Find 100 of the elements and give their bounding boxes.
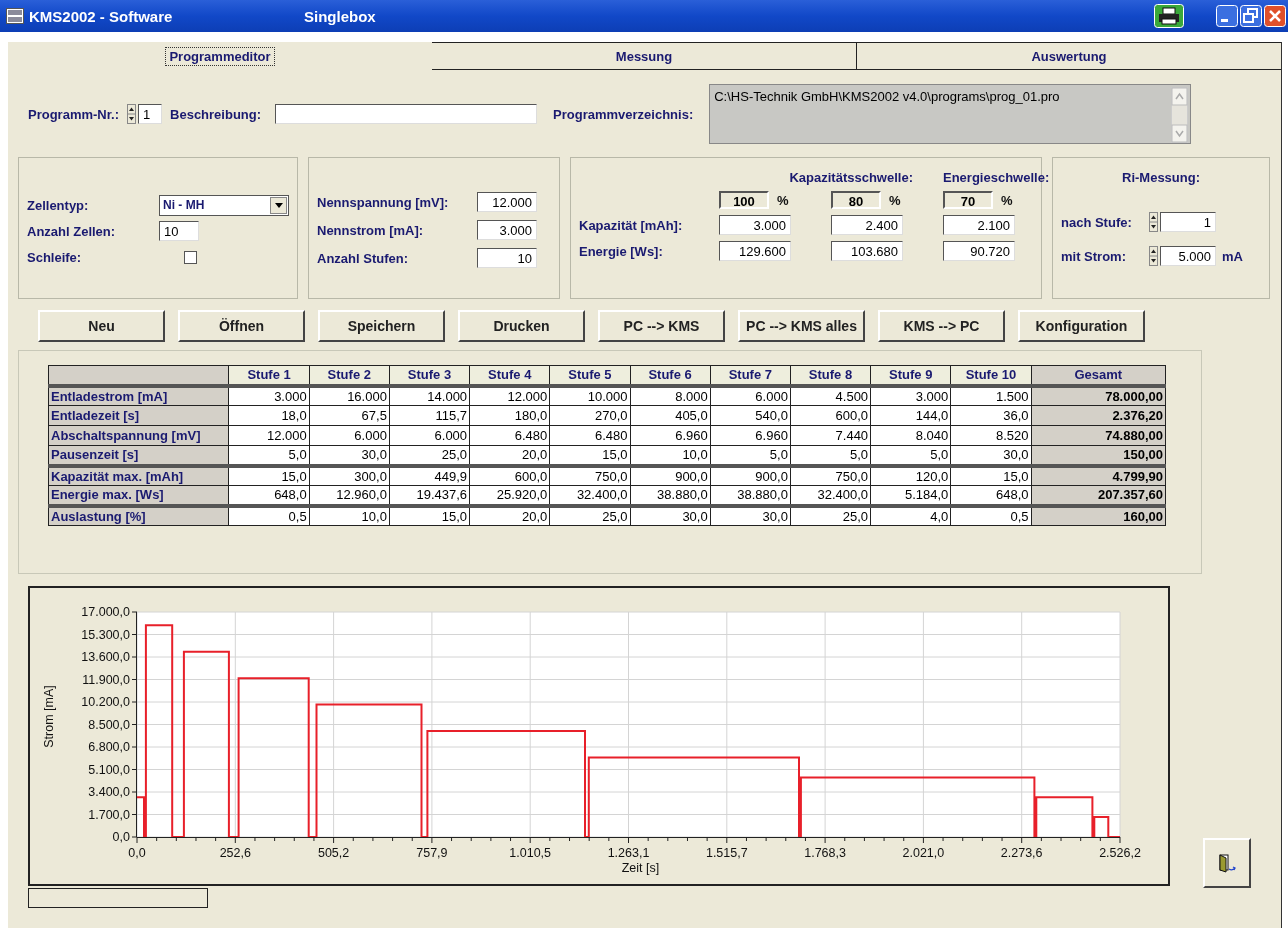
door-icon: [1218, 853, 1236, 873]
table-cell: 3.000: [870, 385, 951, 406]
table-cell: 16.000: [309, 385, 390, 406]
value-field[interactable]: 3.000: [477, 220, 537, 240]
minimize-button[interactable]: [1216, 5, 1238, 27]
value-field[interactable]: 90.720: [943, 241, 1015, 261]
spin-button[interactable]: [1149, 246, 1158, 266]
total-cell: 160,00: [1031, 505, 1166, 526]
tick-label: 8.500,0: [88, 717, 130, 732]
unit-label: mA: [1222, 248, 1243, 264]
column-header: Stufe 8: [790, 365, 871, 386]
column-heading: Kapazitätsschwelle:: [789, 170, 913, 185]
axis-title: Zeit [s]: [621, 861, 660, 875]
tick-label: 505,2: [317, 846, 350, 860]
tab[interactable]: Messung: [432, 42, 857, 70]
value-field[interactable]: 1: [1160, 212, 1216, 232]
percent-value: 70: [943, 191, 993, 209]
maximize-button[interactable]: [1240, 5, 1262, 27]
action-button[interactable]: Speichern: [318, 310, 445, 342]
caret-icon: [274, 202, 283, 208]
window-title: KMS2002 - Software: [29, 7, 174, 25]
table-cell: 10,0: [309, 505, 390, 526]
table-cell: 750,0: [790, 465, 871, 486]
value-field[interactable]: 5.000: [1160, 246, 1216, 266]
table-cell: 25,0: [790, 505, 871, 526]
action-button[interactable]: PC --> KMS: [598, 310, 725, 342]
tick-label: 1.515,7: [705, 846, 748, 860]
tick-label: 3.400,0: [88, 785, 130, 799]
value-field[interactable]: 2.400: [831, 215, 903, 235]
value-field[interactable]: 129.600: [719, 241, 791, 261]
value-field[interactable]: 3.000: [719, 215, 791, 235]
unit-label: %: [889, 192, 901, 208]
percent-value: 100: [719, 191, 769, 209]
action-button[interactable]: PC --> KMS alles: [738, 310, 865, 342]
action-button[interactable]: Drucken: [458, 310, 585, 342]
table-cell: 750,0: [549, 465, 630, 486]
spin-button[interactable]: [1149, 212, 1158, 232]
table-cell: 6.000: [710, 385, 791, 406]
tick-label: 13.600,0: [81, 650, 130, 664]
description-field[interactable]: [275, 104, 538, 124]
table-cell: 4,0: [870, 505, 951, 526]
field-label: Schleife:: [27, 249, 83, 265]
table-cell: 0,5: [229, 505, 310, 526]
row-label: Energie [Ws]:: [579, 243, 664, 259]
total-cell: 4.799,90: [1031, 465, 1166, 486]
tick-label: 2.273,6: [1000, 846, 1043, 860]
scroll-bar[interactable]: [1171, 87, 1189, 143]
spin-button[interactable]: [127, 104, 137, 124]
row-label: Kapazität [mAh]:: [579, 217, 684, 233]
table-cell: 15,0: [950, 465, 1031, 486]
cell-type-dropdown[interactable]: Ni - MH: [159, 194, 289, 216]
column-heading: Energieschwelle:: [943, 170, 1050, 185]
axis-title: Strom [mA]: [42, 685, 56, 748]
row-header: Energie max. [Ws]: [48, 485, 229, 506]
tab[interactable]: Auswertung: [857, 42, 1281, 70]
action-button[interactable]: Konfiguration: [1018, 310, 1145, 342]
tick-label: 1.768,3: [804, 846, 846, 860]
row-header: Auslastung [%]: [48, 505, 229, 526]
column-header: Stufe 3: [389, 365, 470, 386]
table-cell: 300,0: [309, 465, 390, 486]
printer-icon[interactable]: [1154, 4, 1184, 28]
field-label: Anzahl Stufen:: [317, 250, 409, 266]
exit-button[interactable]: [1203, 838, 1251, 888]
field-label: nach Stufe:: [1061, 214, 1133, 230]
column-header: Stufe 5: [549, 365, 630, 386]
checkbox[interactable]: [184, 250, 197, 264]
field-label: mit Strom:: [1061, 248, 1127, 264]
table-cell: 120,0: [870, 465, 951, 486]
tick-label: 17.000,0: [81, 605, 130, 619]
field-label: Programmverzeichnis:: [553, 106, 694, 122]
value-field[interactable]: 10: [477, 248, 537, 268]
field-label: Beschreibung:: [170, 106, 262, 122]
table-cell: 900,0: [710, 465, 791, 486]
tick-label: 757,9: [416, 846, 448, 860]
field-label: Programm-Nr.:: [28, 106, 120, 122]
action-button[interactable]: Neu: [38, 310, 165, 342]
tick-label: 0,0: [128, 846, 146, 860]
value-field[interactable]: 2.100: [943, 215, 1015, 235]
row-header: Kapazität max. [mAh]: [48, 465, 229, 486]
value-field[interactable]: 12.000: [477, 192, 537, 212]
count-field[interactable]: 10: [159, 221, 199, 241]
column-header: Stufe 4: [469, 365, 550, 386]
tick-label: 11.900,0: [82, 672, 130, 687]
action-button[interactable]: KMS --> PC: [878, 310, 1005, 342]
tick-label: 1.263,1: [607, 846, 650, 860]
column-header: Stufe 10: [950, 365, 1031, 386]
total-cell: 78.000,00: [1031, 385, 1166, 406]
field-label: Anzahl Zellen:: [27, 223, 117, 239]
table-cell: 30,0: [710, 505, 791, 526]
column-header: Stufe 1: [229, 365, 310, 386]
close-button[interactable]: [1264, 5, 1286, 27]
table-cell: 15,0: [389, 505, 470, 526]
app-icon: [6, 8, 24, 24]
tick-label: 5.100,0: [88, 762, 130, 777]
table-cell: 600,0: [469, 465, 550, 486]
table-cell: 12.000: [469, 385, 550, 406]
value-field[interactable]: 103.680: [831, 241, 903, 261]
action-button[interactable]: Öffnen: [178, 310, 305, 342]
number-field[interactable]: 1: [138, 104, 163, 124]
field-label: Zellentyp:: [27, 197, 90, 213]
